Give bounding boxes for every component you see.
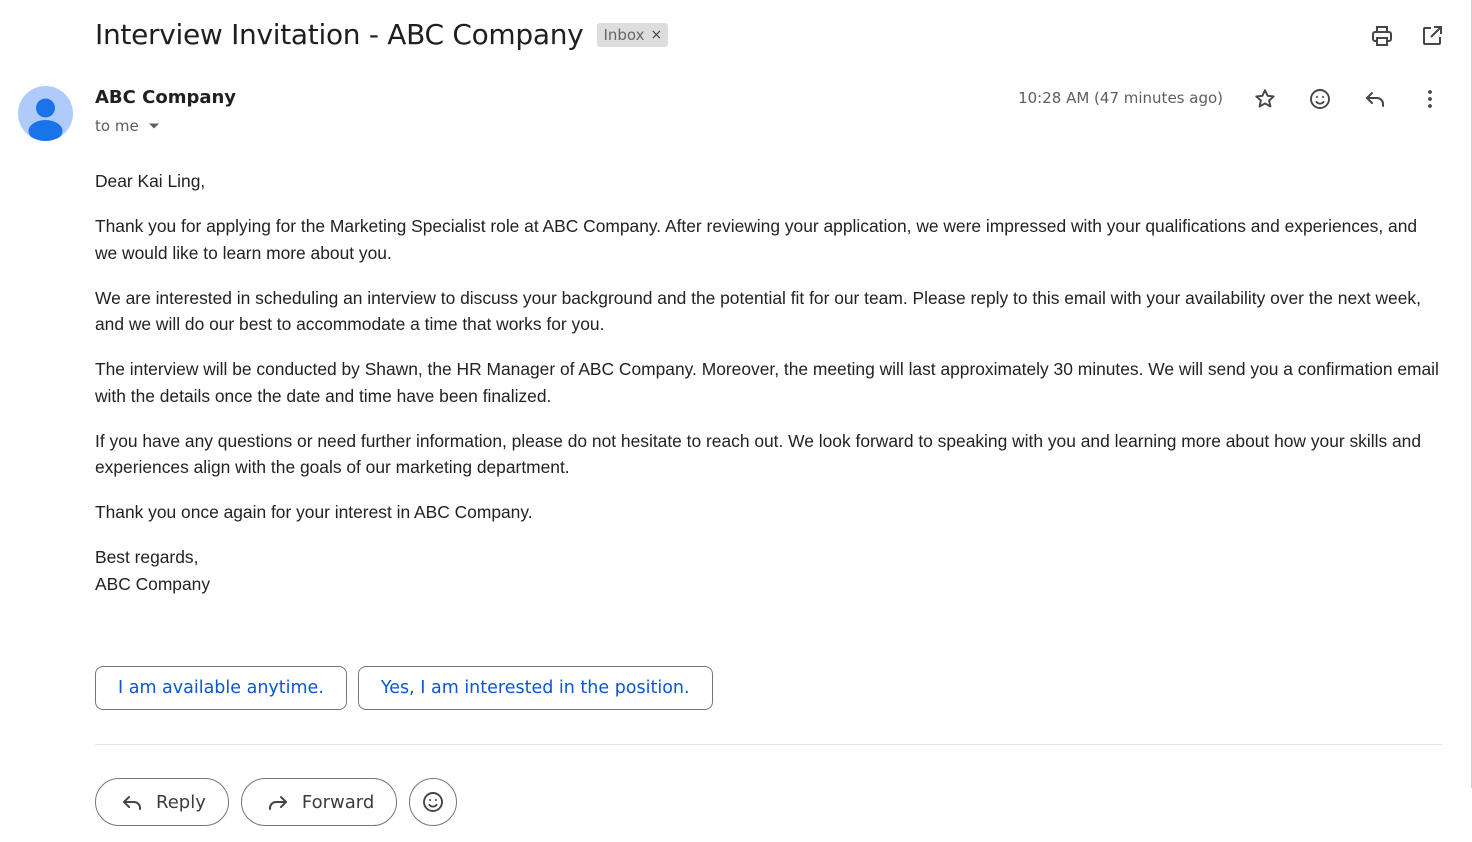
closing: Best regards, [95,547,199,567]
smart-reply-button[interactable]: Yes, I am interested in the position. [357,666,713,710]
body-paragraph: We are interested in scheduling an inter… [95,287,1421,335]
smart-reply-button[interactable]: I am available anytime. [95,666,347,710]
recipient-text: to me [95,117,139,135]
emoji-icon [423,792,444,812]
recipient-row[interactable]: to me [95,117,161,135]
reply-icon[interactable] [1363,87,1387,111]
reply-actions: Reply Forward [95,778,458,826]
person-icon [28,98,63,141]
email-body: Dear Kai Ling, Thank you for applying fo… [95,168,1440,597]
message-actions [1253,87,1442,111]
body-paragraph: Thank you once again for your interest i… [95,502,533,522]
email-timestamp: 10:28 AM (47 minutes ago) [1018,89,1223,107]
forward-icon [268,796,287,810]
body-paragraph: The interview will be conducted by Shawn… [95,359,1439,406]
emoji-button[interactable] [409,778,458,826]
top-toolbar [1370,24,1444,48]
email-subject: Interview Invitation - ABC Company [95,18,584,51]
body-paragraph: If you have any questions or need furthe… [95,430,1422,478]
print-icon[interactable] [1370,24,1394,48]
signature: ABC Company [95,573,211,594]
open-in-new-window-icon[interactable] [1420,24,1444,48]
emoji-react-icon[interactable] [1308,87,1332,111]
reply-button[interactable]: Reply [95,778,229,826]
reply-label: Reply [156,791,206,813]
label-text: Inbox [603,25,645,44]
sign-off: Best regards, ABC Company [95,544,1440,597]
more-options-icon[interactable] [1418,87,1442,111]
chevron-down-icon[interactable] [147,119,161,133]
sender-name[interactable]: ABC Company [95,87,236,108]
reply-icon [123,796,141,810]
subject-row: Interview Invitation - ABC Company Inbox… [95,18,669,51]
remove-label-icon[interactable]: × [651,23,663,47]
email-view: Interview Invitation - ABC Company Inbox… [0,0,1472,842]
sender-avatar[interactable] [18,86,73,141]
smart-replies: I am available anytime. Yes, I am intere… [95,666,713,710]
divider [95,744,1442,745]
greeting: Dear Kai Ling, [95,171,206,191]
body-paragraph: Thank you for applying for the Marketing… [95,216,1418,263]
star-icon[interactable] [1253,87,1277,111]
forward-button[interactable]: Forward [240,778,398,826]
inbox-label-chip[interactable]: Inbox × [597,22,669,47]
forward-label: Forward [301,791,375,813]
